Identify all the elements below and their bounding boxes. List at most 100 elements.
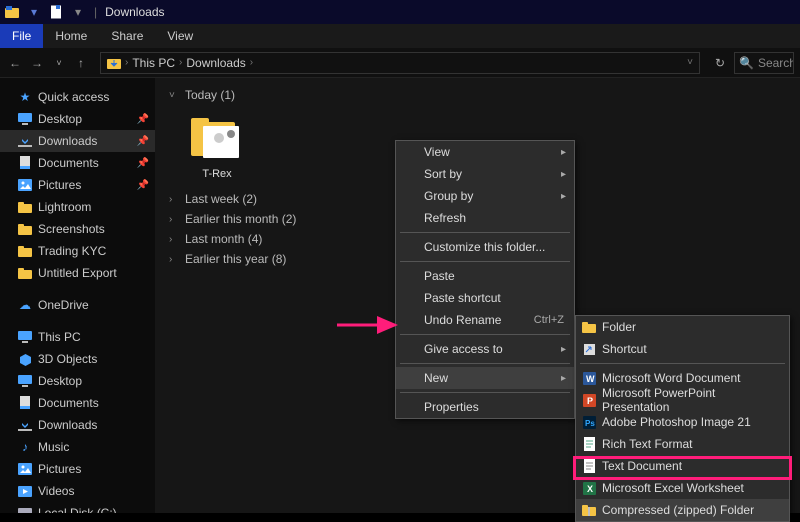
sidebar-label: Lightroom [38, 200, 91, 214]
down-arrow-icon[interactable]: ▾ [26, 4, 42, 20]
submenu-arrow-icon: ▸ [561, 169, 566, 180]
chevron-icon[interactable]: › [125, 57, 128, 68]
address-bar[interactable]: › This PC › Downloads › ˅ [100, 52, 700, 74]
menu-new-excel[interactable]: X Microsoft Excel Worksheet [576, 477, 789, 499]
menu-view[interactable]: View▸ [396, 141, 574, 163]
menu-new-shortcut[interactable]: Shortcut [576, 338, 789, 360]
menu-separator [400, 334, 570, 335]
group-label: Last week (2) [185, 192, 257, 206]
menu-new-rtf[interactable]: Rich Text Format [576, 433, 789, 455]
breadcrumb[interactable]: This PC [132, 56, 175, 70]
menu-label: Text Document [602, 459, 682, 473]
menu-label: Folder [602, 320, 636, 334]
documents-icon [18, 396, 32, 410]
rtf-icon [582, 437, 596, 451]
menu-sort-by[interactable]: Sort by▸ [396, 163, 574, 185]
menu-new-powerpoint[interactable]: P Microsoft PowerPoint Presentation [576, 389, 789, 411]
sidebar-label: Desktop [38, 374, 82, 388]
quick-access[interactable]: ★ Quick access [0, 86, 155, 108]
3d-objects-icon [18, 352, 32, 366]
address-dropdown[interactable]: ˅ [687, 57, 693, 68]
menu-properties[interactable]: Properties [396, 396, 574, 418]
menu-give-access[interactable]: Give access to ▸ [396, 338, 574, 360]
menu-label: Microsoft Excel Worksheet [602, 481, 744, 495]
menu-label: Give access to [424, 342, 503, 356]
menu-label: View [424, 145, 450, 159]
submenu-arrow-icon: ▸ [561, 344, 566, 355]
menu-group-by[interactable]: Group by▸ [396, 185, 574, 207]
svg-text:P: P [587, 396, 593, 406]
downloads-icon [107, 56, 121, 70]
menu-customize[interactable]: Customize this folder... [396, 236, 574, 258]
menu-new-compressed-folder[interactable]: Compressed (zipped) Folder [576, 499, 789, 521]
page-icon[interactable] [48, 4, 64, 20]
folder-item-trex[interactable]: T-Rex [177, 108, 257, 180]
menu-new-folder[interactable]: Folder [576, 316, 789, 338]
onedrive-icon: ☁ [18, 298, 32, 312]
sidebar-item-3d-objects[interactable]: 3D Objects [0, 348, 155, 370]
sidebar-item-pictures-pc[interactable]: Pictures [0, 458, 155, 480]
breadcrumb[interactable]: Downloads [186, 56, 245, 70]
sidebar-item-documents-pc[interactable]: Documents [0, 392, 155, 414]
recent-dropdown[interactable]: ˅ [50, 54, 68, 72]
folder-icon [18, 266, 32, 280]
home-tab[interactable]: Home [43, 24, 99, 48]
sidebar-item-music[interactable]: ♪ Music [0, 436, 155, 458]
sidebar-this-pc[interactable]: This PC [0, 326, 155, 348]
chevron-icon[interactable]: › [179, 57, 182, 68]
sidebar-onedrive[interactable]: ☁ OneDrive [0, 294, 155, 316]
search-box[interactable]: 🔍 Search [734, 52, 794, 74]
back-button[interactable]: ← [6, 54, 24, 72]
chevron-right-icon: › [169, 234, 179, 245]
downloads-icon [18, 134, 32, 148]
up-button[interactable]: ↑ [72, 54, 90, 72]
group-header-today[interactable]: ˅ Today (1) [169, 88, 786, 102]
sidebar-label: Downloads [38, 134, 97, 148]
menu-new[interactable]: New▸ [396, 367, 574, 389]
search-icon: 🔍 [739, 56, 754, 70]
sidebar-item-downloads-pc[interactable]: Downloads [0, 414, 155, 436]
menu-separator [400, 261, 570, 262]
chevron-icon[interactable]: › [250, 57, 253, 68]
pictures-icon [18, 178, 32, 192]
forward-button[interactable]: → [28, 54, 46, 72]
pictures-icon [18, 462, 32, 476]
search-placeholder: Search [758, 56, 794, 70]
menu-label: Properties [424, 400, 479, 414]
menu-separator [400, 363, 570, 364]
sidebar-label: 3D Objects [38, 352, 97, 366]
view-tab[interactable]: View [155, 24, 205, 48]
svg-text:X: X [587, 484, 593, 494]
menu-paste[interactable]: Paste [396, 265, 574, 287]
sidebar-item-trading-kyc[interactable]: Trading KYC [0, 240, 155, 262]
sidebar-item-desktop-pc[interactable]: Desktop [0, 370, 155, 392]
sidebar-item-screenshots[interactable]: Screenshots [0, 218, 155, 240]
sidebar-item-videos[interactable]: Videos [0, 480, 155, 502]
sidebar-item-untitled-export[interactable]: Untitled Export [0, 262, 155, 284]
sidebar-item-lightroom[interactable]: Lightroom [0, 196, 155, 218]
group-label: Earlier this month (2) [185, 212, 296, 226]
dropdown-icon[interactable]: ▾ [70, 4, 86, 20]
menu-undo-rename[interactable]: Undo RenameCtrl+Z [396, 309, 574, 331]
file-tab[interactable]: File [0, 24, 43, 48]
menu-label: Group by [424, 189, 473, 203]
sidebar-item-documents[interactable]: Documents 📌 [0, 152, 155, 174]
sidebar-label: This PC [38, 330, 81, 344]
videos-icon [18, 484, 32, 498]
sidebar-label: Quick access [38, 90, 109, 104]
menu-paste-shortcut[interactable]: Paste shortcut [396, 287, 574, 309]
documents-icon [18, 156, 32, 170]
sidebar-item-downloads[interactable]: Downloads 📌 [0, 130, 155, 152]
desktop-icon [18, 374, 32, 388]
menu-refresh[interactable]: Refresh [396, 207, 574, 229]
sidebar-item-local-disk[interactable]: Local Disk (C:) [0, 502, 155, 513]
share-tab[interactable]: Share [99, 24, 155, 48]
menu-new-photoshop[interactable]: Ps Adobe Photoshop Image 21 [576, 411, 789, 433]
sidebar-label: OneDrive [38, 298, 89, 312]
sidebar-item-pictures[interactable]: Pictures 📌 [0, 174, 155, 196]
refresh-button[interactable]: ↻ [710, 56, 730, 70]
menu-new-text[interactable]: Text Document [576, 455, 789, 477]
text-icon [582, 459, 596, 473]
sidebar-item-desktop[interactable]: Desktop 📌 [0, 108, 155, 130]
chevron-right-icon: › [169, 214, 179, 225]
